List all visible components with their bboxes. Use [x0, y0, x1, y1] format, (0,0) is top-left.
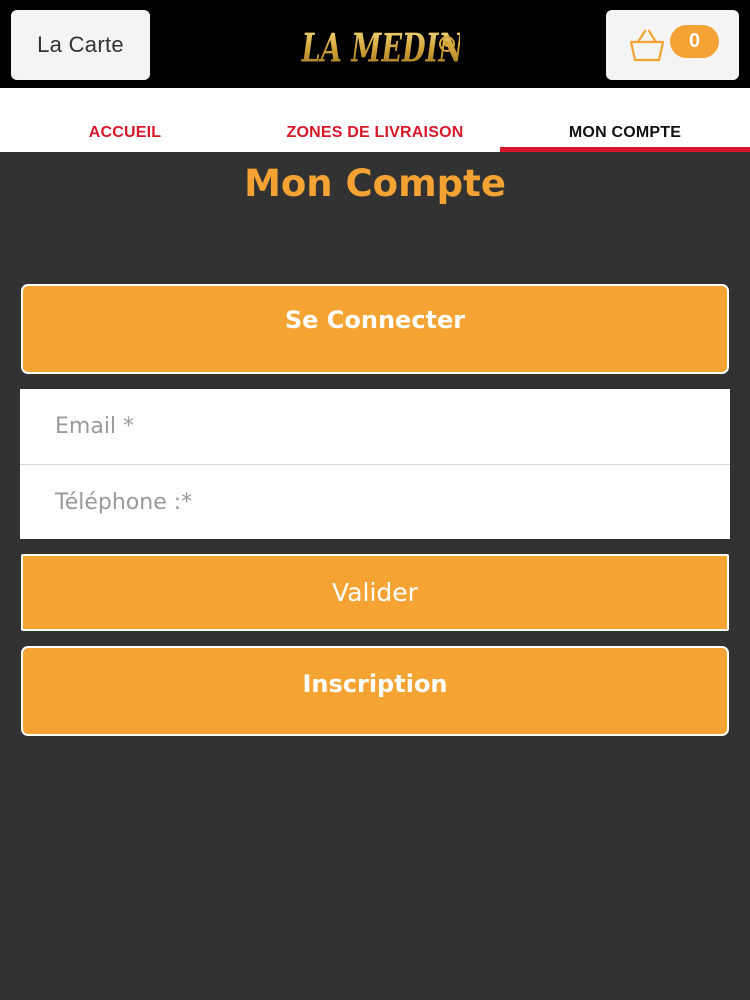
la-carte-button[interactable]: La Carte: [11, 10, 150, 80]
top-bar: La Carte LA MEDINA 0: [0, 0, 750, 88]
valider-button[interactable]: Valider: [21, 554, 729, 631]
tab-mon-compte[interactable]: MON COMPTE: [500, 88, 750, 152]
tab-zones-de-livraison[interactable]: ZONES DE LIVRAISON: [250, 88, 500, 152]
nav-tabs: ACCUEIL ZONES DE LIVRAISON MON COMPTE: [0, 88, 750, 152]
email-input[interactable]: [20, 389, 730, 464]
logo-text: LA MEDINA: [301, 24, 460, 70]
inscription-button[interactable]: Inscription: [21, 646, 729, 736]
phone-input[interactable]: [20, 464, 730, 539]
shopping-bag-icon: [629, 29, 665, 62]
login-form: [20, 389, 730, 539]
la-medina-logo[interactable]: LA MEDINA: [300, 4, 460, 74]
se-connecter-button[interactable]: Se Connecter: [21, 284, 729, 374]
cart-count-badge: 0: [670, 25, 719, 58]
page-title: Mon Compte: [244, 162, 506, 205]
active-tab-indicator: [500, 147, 750, 152]
tab-accueil[interactable]: ACCUEIL: [0, 88, 250, 152]
cart-button[interactable]: 0: [606, 10, 739, 80]
